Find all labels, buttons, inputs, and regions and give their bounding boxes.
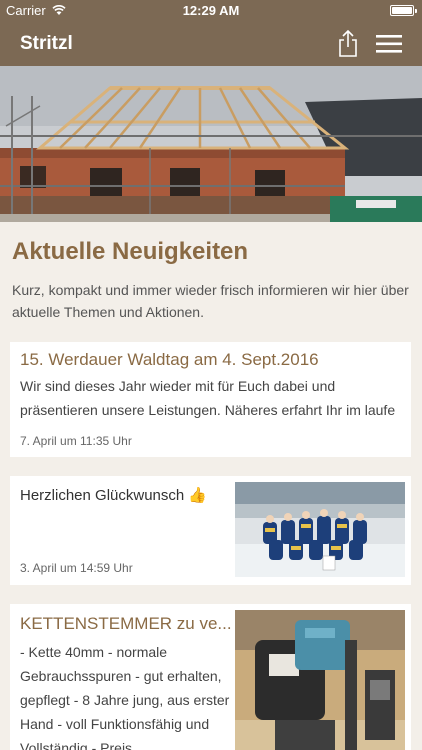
status-bar: Carrier 12:29 AM bbox=[0, 0, 422, 22]
status-time: 12:29 AM bbox=[182, 3, 240, 18]
battery-icon bbox=[390, 5, 417, 16]
news-card[interactable]: KETTENSTEMMER zu ve... - Kette 40mm - no… bbox=[10, 604, 411, 750]
hamburger-menu-icon[interactable] bbox=[376, 34, 402, 54]
share-icon[interactable] bbox=[336, 28, 360, 58]
chain-mortiser-photo bbox=[235, 610, 405, 750]
news-card[interactable]: 15. Werdauer Waldtag am 4. Sept.2016 Wir… bbox=[10, 342, 411, 457]
news-date: 3. April um 14:59 Uhr bbox=[20, 561, 133, 575]
news-date: 7. April um 11:35 Uhr bbox=[20, 434, 132, 448]
page-title: Aktuelle Neuigkeiten bbox=[12, 238, 249, 265]
news-text: - Kette 40mm - normale Gebrauchsspuren -… bbox=[20, 644, 230, 750]
news-section: Aktuelle Neuigkeiten Kurz, kompakt und i… bbox=[0, 222, 422, 750]
news-text: Wir sind dieses Jahr wieder mit für Euch… bbox=[20, 378, 396, 418]
news-title: KETTENSTEMMER zu ve... bbox=[20, 614, 232, 633]
news-title: Herzlichen Glückwunsch 👍 bbox=[20, 487, 208, 504]
navigation-bar: Stritzl bbox=[0, 22, 422, 66]
app-title: Stritzl bbox=[20, 33, 73, 54]
team-photo bbox=[235, 482, 405, 577]
hero-image bbox=[0, 66, 422, 222]
news-card[interactable]: Herzlichen Glückwunsch 👍 3. April um 14:… bbox=[10, 476, 411, 585]
intro-text: Kurz, kompakt und immer wieder frisch in… bbox=[12, 282, 409, 320]
news-title: 15. Werdauer Waldtag am 4. Sept.2016 bbox=[20, 350, 319, 369]
